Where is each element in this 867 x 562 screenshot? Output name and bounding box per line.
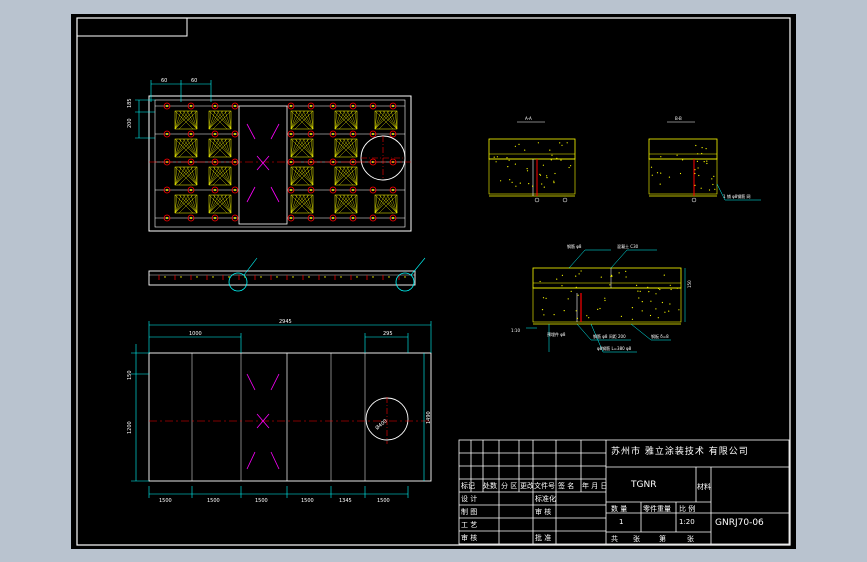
dim-circle: Ø400 (374, 418, 389, 432)
row-approve: 批 准 (535, 534, 552, 542)
hdr-date: 年 月 日 (582, 482, 608, 490)
material-label: 材料 (697, 483, 711, 491)
sec3-note-3: φ8钢筋 L=380 φ8 (597, 345, 632, 351)
hatch-panel (208, 138, 232, 158)
drawing-border (76, 17, 791, 546)
side-elevation (148, 257, 426, 292)
sec1-tag: A-A (525, 116, 532, 121)
hatch-panel (174, 110, 198, 130)
sheet-total-label: 共 (611, 535, 618, 543)
sec2-note: 1 铺 φ8钢筋 网 (723, 193, 751, 199)
hatch-panel (374, 110, 398, 130)
row-review: 审 核 (535, 508, 552, 516)
dim-top-1: 60 (161, 78, 167, 84)
dim-left-1: 185 (127, 98, 133, 108)
hatch-panel (174, 138, 198, 158)
hdr-change: 更改文件号 (520, 482, 555, 490)
sec3-label-1: 钢筋 φ8 (567, 243, 582, 249)
drawing-number: GNRJ70-06 (715, 518, 764, 528)
dim-seg-4: 1500 (301, 498, 314, 504)
sec3-note-4: 钢板 δ=8 (651, 333, 669, 339)
dim-v3: 1490 (426, 411, 432, 424)
hatch-panel (290, 166, 314, 186)
dim-seg-5: 1345 (339, 498, 352, 504)
row-design: 设 计 (461, 495, 478, 503)
hdr-mark: 标记 (461, 482, 475, 490)
sec3-label-2: 混凝土 C30 (617, 243, 639, 249)
hatch-panel (208, 194, 232, 214)
dim-right-span: 295 (383, 331, 393, 337)
col-weight: 零件重量 (643, 505, 671, 513)
scale-value: 1:20 (679, 518, 695, 526)
company-name: 苏州市 雅立涂装技术 有限公司 (611, 447, 749, 457)
hatch-panel (290, 110, 314, 130)
hatch-panel (334, 110, 358, 130)
sheet-unit-2: 张 (687, 535, 694, 543)
corner-label-box (76, 17, 188, 37)
part-name: TGNR (631, 480, 657, 490)
hatch-panel (174, 194, 198, 214)
sec3-right-dim: 150 (687, 280, 692, 288)
hdr-zone: 分 区 (501, 482, 518, 490)
hdr-sign: 签 名 (558, 482, 575, 490)
sec3-note-2: 钢筋 φ8 间距 200 (593, 333, 626, 339)
col-qty: 数 量 (611, 505, 628, 513)
dim-seg-3: 1500 (255, 498, 268, 504)
hatch-panel (208, 110, 232, 130)
col-scale: 比 例 (679, 505, 696, 513)
row-standard: 标准化 (535, 495, 556, 503)
dim-left-span: 1000 (189, 331, 202, 337)
dim-seg-6: 1500 (377, 498, 390, 504)
sheet-no-label: 第 (659, 535, 666, 543)
row-process: 工 艺 (461, 521, 478, 529)
dim-seg-1: 1500 (159, 498, 172, 504)
dim-total: 2945 (279, 319, 292, 325)
sheet-unit-1: 张 (633, 535, 640, 543)
row-audit: 审 核 (461, 534, 478, 542)
bottom-plan: 2945 1000 295 150 1200 1490 1500 1500 15… (127, 319, 432, 504)
hatch-panel (208, 166, 232, 186)
dim-top-2: 60 (191, 78, 197, 84)
row-draw: 制 图 (461, 508, 478, 516)
hatch-panel (334, 138, 358, 158)
hatch-panel (174, 166, 198, 186)
plan-view: 60 60 185 200 (127, 78, 412, 232)
hatch-panel (334, 194, 358, 214)
hatch-panel (374, 194, 398, 214)
dim-left-2: 200 (127, 118, 133, 128)
hatch-panel (334, 166, 358, 186)
sec3-note-1: 预埋件 φ8 (547, 331, 566, 337)
hatch-panel (290, 138, 314, 158)
cad-drawing[interactable]: 60 60 185 200 2945 1000 295 150 1200 149… (71, 14, 796, 549)
section-2: B-B 1 铺 φ8钢筋 网 (648, 116, 761, 203)
section-3: 钢筋 φ8 混凝土 C30 150 1:10 预埋件 φ8 钢筋 φ8 间距 2… (511, 243, 692, 353)
dim-v2: 1200 (127, 421, 133, 434)
section-1: A-A (488, 116, 576, 203)
dim-seg-2: 1500 (207, 498, 220, 504)
hatch-panel (290, 194, 314, 214)
dim-v1: 150 (127, 370, 133, 380)
drawing-canvas[interactable]: 60 60 185 200 2945 1000 295 150 1200 149… (71, 14, 796, 549)
qty-value: 1 (619, 518, 624, 526)
sec3-left-note: 1:10 (511, 328, 520, 333)
hdr-count: 处数 (483, 482, 497, 490)
sec2-tag: B-B (675, 116, 682, 121)
